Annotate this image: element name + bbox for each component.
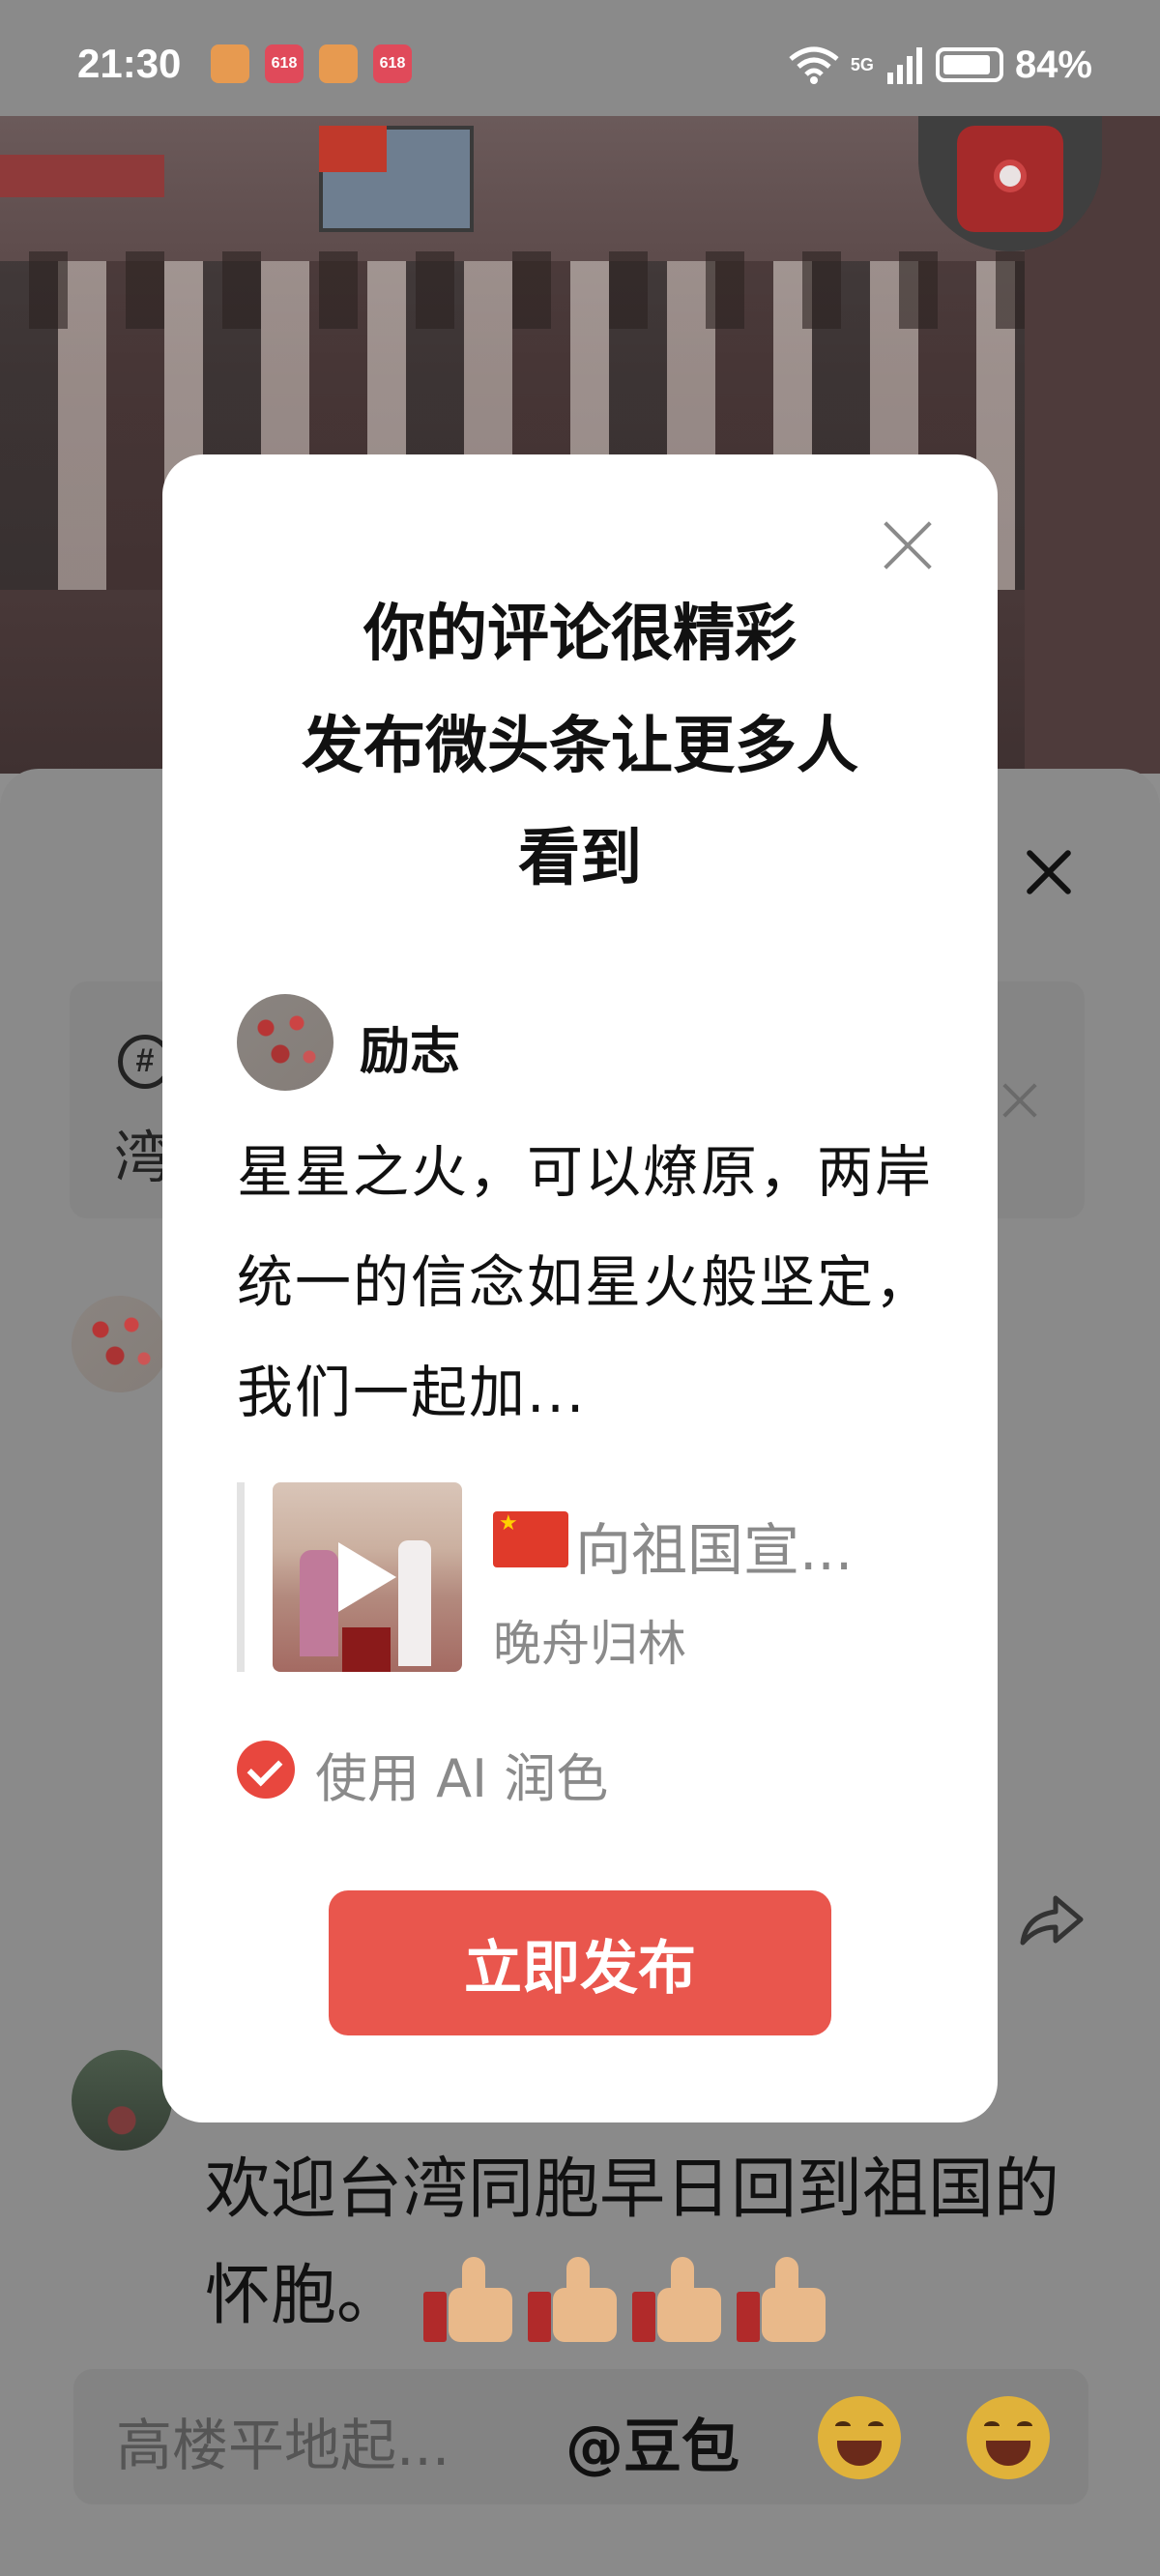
- post-body: 星星之火，可以燎原，两岸统一的信念如星火般坚定，我们一起加...: [237, 1139, 934, 1425]
- battery-percent: 84%: [1014, 43, 1092, 86]
- play-icon: [338, 1542, 396, 1612]
- dialog-title-line: 看到: [518, 823, 642, 894]
- author-name: 励志: [360, 1023, 461, 1081]
- ai-polish-checkbox[interactable]: [237, 1741, 295, 1799]
- laugh-cry-emoji-icon[interactable]: [818, 2396, 901, 2479]
- thumbs-up-icon: [527, 2257, 621, 2343]
- network-label: 5G: [850, 54, 874, 74]
- avatar[interactable]: [72, 1296, 168, 1392]
- thumbs-up-emojis: [422, 2257, 829, 2343]
- status-right: 5G 84%: [789, 41, 1092, 89]
- 618-badge-icon: 618: [373, 44, 412, 83]
- heart-badge-icon: [319, 44, 358, 83]
- thumbs-up-icon: [736, 2257, 829, 2343]
- ai-polish-label[interactable]: 使用 AI 润色: [315, 1736, 608, 1812]
- signal-icon: [886, 47, 922, 84]
- topic-close-icon[interactable]: [998, 1078, 1042, 1123]
- video-flag: [319, 126, 387, 172]
- share-icon[interactable]: [1017, 1890, 1087, 1948]
- video-heads: [0, 251, 1160, 329]
- close-sheet-icon[interactable]: [1015, 839, 1083, 907]
- battery-icon: [935, 47, 1003, 82]
- video-banner: [0, 155, 164, 197]
- china-flag-icon: [493, 1511, 568, 1567]
- dialog-title: 你的评论很精彩 发布微头条让更多人 看到: [162, 578, 998, 915]
- dialog-title-line: 发布微头条让更多人: [302, 711, 858, 782]
- status-time: 21:30: [77, 41, 182, 86]
- publish-now-button[interactable]: 立即发布: [329, 1890, 831, 2035]
- red-packet-dot: [994, 160, 1027, 192]
- avatar[interactable]: [72, 2050, 172, 2151]
- dialog-title-line: 你的评论很精彩: [363, 599, 797, 670]
- thumbs-up-icon: [631, 2257, 725, 2343]
- author-avatar: [237, 994, 334, 1091]
- mention-doubao-button[interactable]: @豆包: [566, 2400, 740, 2484]
- quoted-video-title: 向祖国宣...: [575, 1517, 854, 1583]
- heart-badge-icon: [211, 44, 249, 83]
- wifi-icon: [789, 46, 839, 84]
- comment-text: 欢迎台湾同胞早日回到祖国的怀胞。: [205, 2137, 1094, 2350]
- close-dialog-icon[interactable]: [880, 517, 936, 573]
- status-bar: 21:30 618 618 5G 84%: [0, 0, 1160, 116]
- thumbs-up-icon: [422, 2257, 516, 2343]
- quoted-video-author: 晚舟归林: [493, 1616, 686, 1672]
- grin-emoji-icon[interactable]: [967, 2396, 1050, 2479]
- comment-input-placeholder[interactable]: 高楼平地起...: [116, 2400, 450, 2481]
- 618-badge-icon: 618: [265, 44, 304, 83]
